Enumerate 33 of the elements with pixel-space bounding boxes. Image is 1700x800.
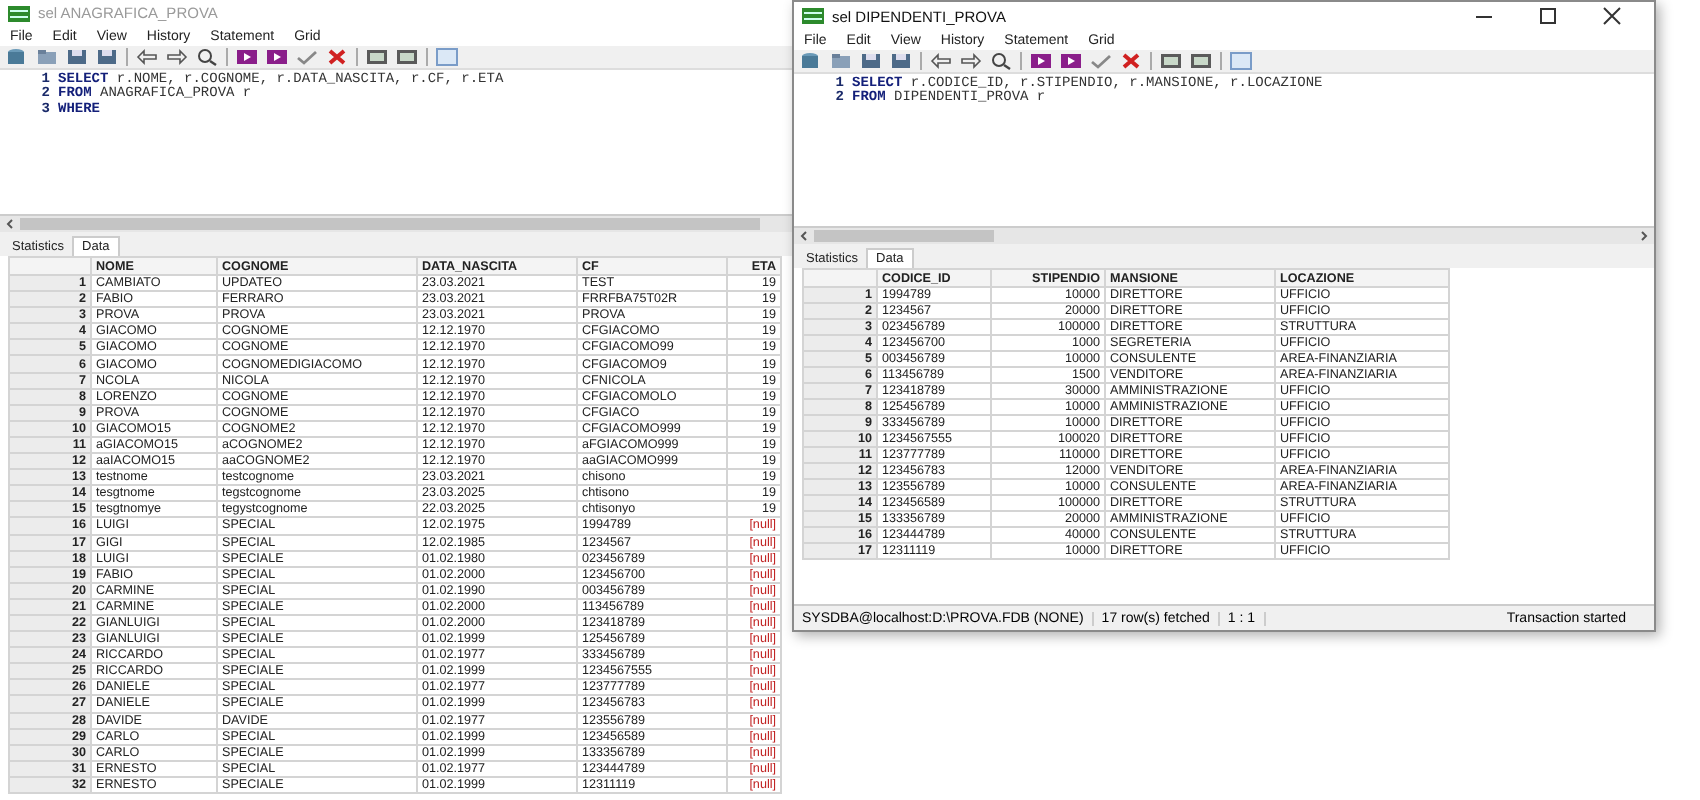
right-arrow-icon[interactable] [166, 48, 188, 66]
scrollbar-thumb[interactable] [814, 230, 994, 242]
database-icon[interactable] [6, 48, 28, 66]
grid-icon[interactable] [1190, 52, 1212, 70]
cross-icon[interactable] [1120, 52, 1142, 70]
right-arrow-icon[interactable] [960, 52, 982, 70]
grid-icon[interactable] [366, 48, 388, 66]
play-icon[interactable] [1060, 52, 1082, 70]
check-icon[interactable] [296, 48, 318, 66]
close-icon[interactable] [1602, 6, 1622, 26]
horizontal-scrollbar[interactable] [0, 214, 792, 232]
folder-icon[interactable] [830, 52, 852, 70]
scroll-left-icon[interactable] [4, 218, 16, 230]
scrollbar-thumb[interactable] [20, 218, 760, 230]
grid-icon[interactable] [1160, 52, 1182, 70]
scroll-right-icon[interactable] [1638, 230, 1650, 242]
play-icon[interactable] [1030, 52, 1052, 70]
play-icon[interactable] [236, 48, 258, 66]
horizontal-scrollbar[interactable] [794, 226, 1654, 244]
left-arrow-icon[interactable] [930, 52, 952, 70]
play-icon[interactable] [266, 48, 288, 66]
left-arrow-icon[interactable] [136, 48, 158, 66]
app-icon [802, 8, 824, 24]
grid-icon[interactable] [396, 48, 418, 66]
scroll-left-icon[interactable] [798, 230, 810, 242]
cross-icon[interactable] [326, 48, 348, 66]
database-icon[interactable] [800, 52, 822, 70]
magnifier-icon[interactable] [990, 52, 1012, 70]
folder-icon[interactable] [36, 48, 58, 66]
magnifier-icon[interactable] [196, 48, 218, 66]
maximize-icon[interactable] [1538, 6, 1558, 26]
app-icon [8, 5, 30, 21]
check-icon[interactable] [1090, 52, 1112, 70]
